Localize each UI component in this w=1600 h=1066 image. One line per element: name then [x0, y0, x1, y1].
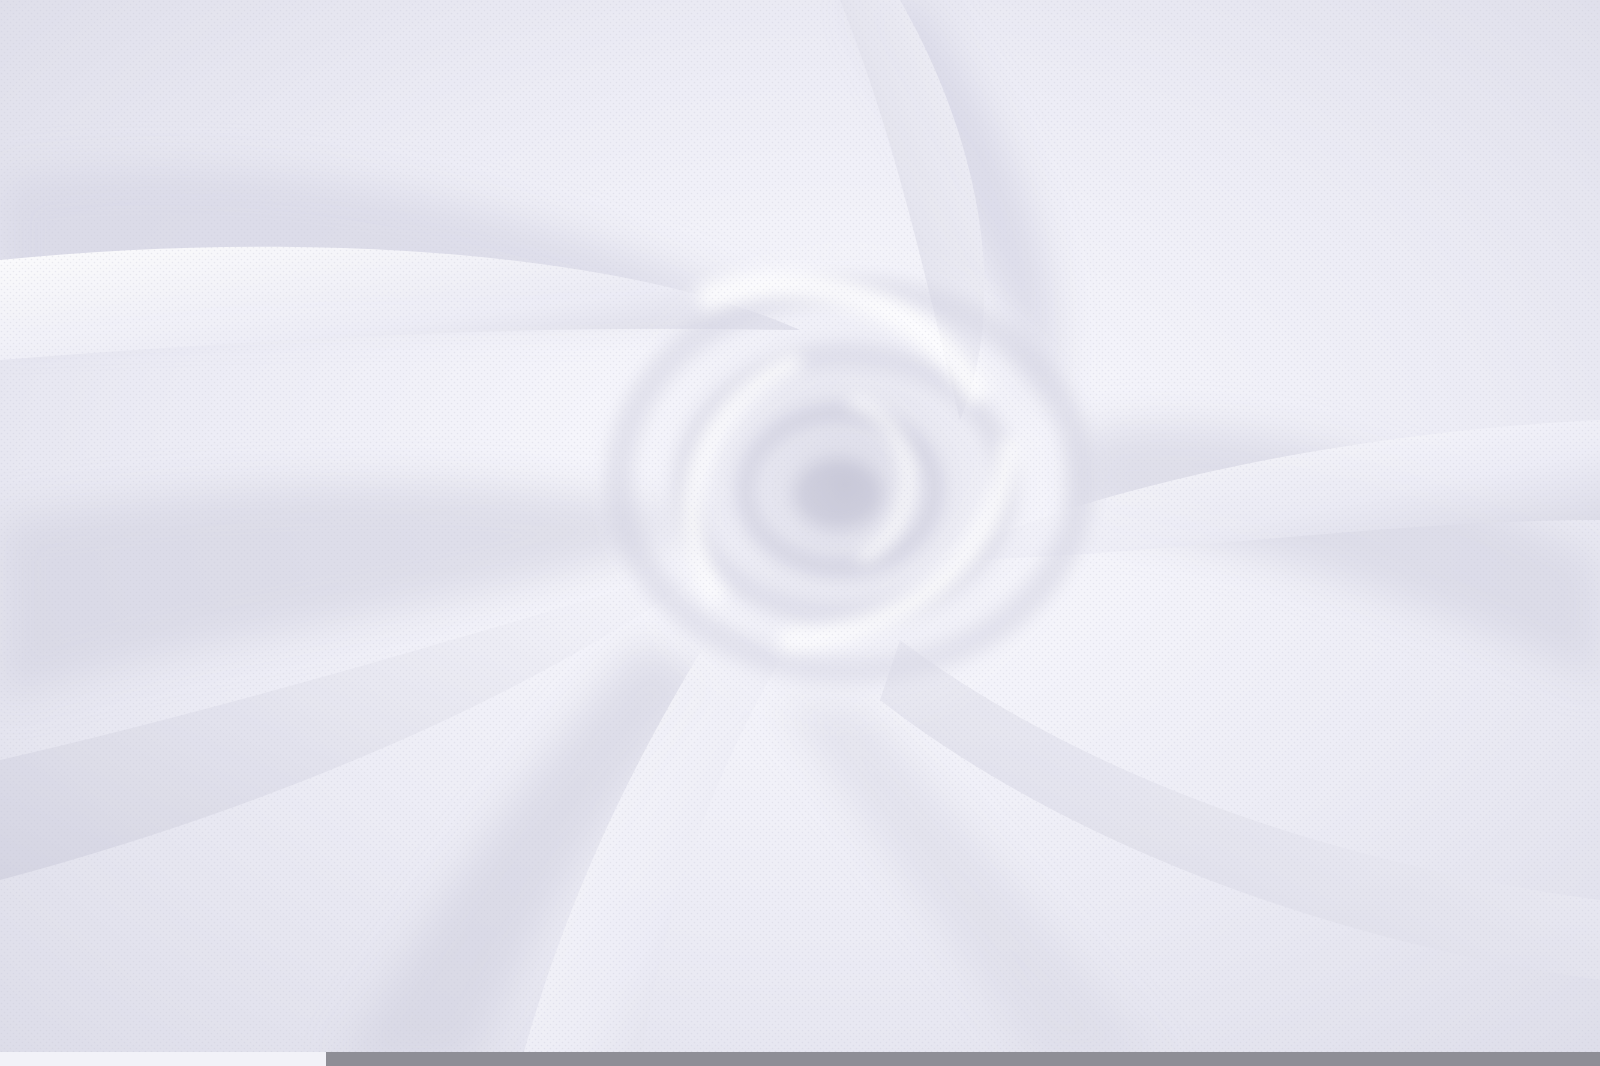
- fabric-photo: [0, 0, 1600, 1066]
- knit-texture: [0, 0, 1600, 1066]
- bottom-edge-light: [0, 1052, 326, 1066]
- bottom-edge-bar: [326, 1052, 1600, 1066]
- fabric-swirl-illustration: [0, 0, 1600, 1066]
